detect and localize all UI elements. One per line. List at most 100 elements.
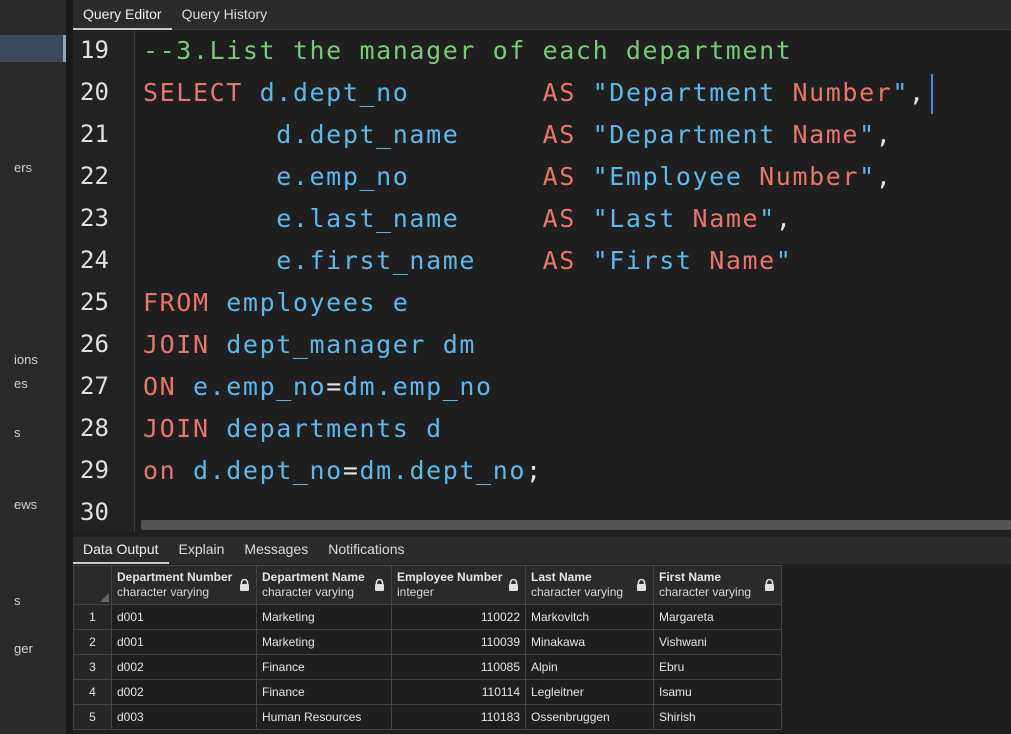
tab-messages[interactable]: Messages xyxy=(234,537,318,564)
column-type: character varying xyxy=(659,585,752,599)
code-line[interactable]: e.first_name AS "First Name" xyxy=(143,246,792,275)
table-cell[interactable]: Markovitch xyxy=(525,604,654,630)
code-line[interactable]: e.emp_no AS "Employee Number", xyxy=(143,162,892,191)
code-token: AS xyxy=(542,204,576,233)
table-cell[interactable]: 110022 xyxy=(391,604,526,630)
table-cell[interactable]: 110114 xyxy=(391,679,526,705)
table-cell[interactable]: Alpin xyxy=(525,654,654,680)
code-token: AS xyxy=(542,162,576,191)
table-cell[interactable]: Ebru xyxy=(653,654,782,680)
code-token: " xyxy=(759,204,776,233)
table-cell[interactable]: d001 xyxy=(111,604,257,630)
row-number[interactable]: 4 xyxy=(73,679,112,705)
panel-splitter[interactable] xyxy=(66,0,73,734)
tab-explain[interactable]: Explain xyxy=(169,537,235,564)
tree-item-fragment[interactable]: ions xyxy=(14,352,38,367)
code-token: SELECT xyxy=(143,78,243,107)
code-line[interactable]: on d.dept_no=dm.dept_no; xyxy=(143,456,543,485)
code-line[interactable]: ON e.emp_no=dm.emp_no xyxy=(143,372,493,401)
select-all-corner[interactable] xyxy=(73,565,112,605)
object-browser-tree[interactable]: ers ions es s ews s ger xyxy=(0,0,66,734)
table-cell[interactable]: Margareta xyxy=(653,604,782,630)
tab-data-output[interactable]: Data Output xyxy=(73,537,169,564)
tab-query-editor[interactable]: Query Editor xyxy=(73,0,172,30)
table-cell[interactable]: Finance xyxy=(256,654,392,680)
column-type: character varying xyxy=(262,585,355,599)
code-token: Name xyxy=(792,120,860,149)
table-row[interactable]: 1 d001 Marketing 110022 Markovitch Margareta xyxy=(73,604,782,630)
code-token: = xyxy=(326,372,343,401)
table-cell[interactable]: d002 xyxy=(111,679,257,705)
code-line[interactable]: FROM employees e xyxy=(143,288,409,317)
tree-item-fragment[interactable]: ews xyxy=(14,497,37,512)
row-number[interactable]: 5 xyxy=(73,704,112,730)
table-row[interactable]: 2 d001 Marketing 110039 Minakawa Vishwani xyxy=(73,629,782,655)
line-number: 21 xyxy=(80,120,109,148)
table-cell[interactable]: Human Resources xyxy=(256,704,392,730)
code-token: --3.List the manager of each department xyxy=(143,36,793,65)
result-grid[interactable]: Department Number character varying Depart… xyxy=(73,565,1011,734)
code-token: "First xyxy=(592,246,710,275)
lock-icon xyxy=(765,579,774,591)
code-line[interactable]: JOIN dept_manager dm xyxy=(143,330,476,359)
sql-editor[interactable]: 19 20 21 22 23 24 25 26 27 28 29 30 --3.List the ma… xyxy=(73,30,1011,532)
code-token: dept_manager dm xyxy=(226,330,477,359)
column-header[interactable]: Department Name character varying xyxy=(256,565,392,605)
table-cell[interactable]: 110085 xyxy=(391,654,526,680)
column-header[interactable]: Department Number character varying xyxy=(111,565,257,605)
table-row[interactable]: 5 d003 Human Resources 110183 Ossenbruggen Sh… xyxy=(73,704,782,730)
horizontal-scrollbar[interactable] xyxy=(141,520,1011,530)
row-number[interactable]: 2 xyxy=(73,629,112,655)
code-line[interactable]: JOIN departments d xyxy=(143,414,443,443)
row-number[interactable]: 1 xyxy=(73,604,112,630)
code-token: AS xyxy=(542,246,576,275)
code-token: e.last_name xyxy=(276,204,460,233)
table-cell[interactable]: Minakawa xyxy=(525,629,654,655)
table-cell[interactable]: 110183 xyxy=(391,704,526,730)
table-cell[interactable]: d001 xyxy=(111,629,257,655)
table-cell[interactable]: Vishwani xyxy=(653,629,782,655)
code-token: = xyxy=(342,456,360,485)
column-type: character varying xyxy=(117,585,210,599)
table-cell[interactable]: Isamu xyxy=(653,679,782,705)
line-number: 19 xyxy=(80,36,109,64)
row-number[interactable]: 3 xyxy=(73,654,112,680)
code-token: Name xyxy=(709,246,776,275)
table-row[interactable]: 3 d002 Finance 110085 Alpin Ebru xyxy=(73,654,782,680)
code-token: JOIN xyxy=(143,330,210,359)
column-header[interactable]: Employee Number integer xyxy=(391,565,526,605)
column-header[interactable]: First Name character varying xyxy=(653,565,782,605)
table-cell[interactable]: Ossenbruggen xyxy=(525,704,654,730)
tree-item-fragment[interactable]: es xyxy=(14,376,28,391)
table-cell[interactable]: Marketing xyxy=(256,629,392,655)
line-number: 29 xyxy=(80,456,109,484)
selected-tree-item[interactable] xyxy=(0,35,66,62)
table-cell[interactable]: d002 xyxy=(111,654,257,680)
code-line[interactable]: SELECT d.dept_no AS "Department Number", xyxy=(143,78,926,107)
table-cell[interactable]: Shirish xyxy=(653,704,782,730)
tree-item-fragment[interactable]: s xyxy=(14,425,21,440)
code-line[interactable]: e.last_name AS "Last Name", xyxy=(143,204,792,233)
table-cell[interactable]: 110039 xyxy=(391,629,526,655)
tree-item-fragment[interactable]: ger xyxy=(14,641,33,656)
code-token: Number xyxy=(792,78,893,107)
tab-query-history[interactable]: Query History xyxy=(172,0,278,30)
code-line[interactable]: --3.List the manager of each department xyxy=(143,36,792,65)
tab-notifications[interactable]: Notifications xyxy=(318,537,414,564)
column-header[interactable]: Last Name character varying xyxy=(525,565,654,605)
table-row[interactable]: 4 d002 Finance 110114 Legleitner Isamu xyxy=(73,679,782,705)
table-cell[interactable]: Marketing xyxy=(256,604,392,630)
code-line[interactable]: d.dept_name AS "Department Name", xyxy=(143,120,892,149)
table-cell[interactable]: Finance xyxy=(256,679,392,705)
tree-item-fragment[interactable]: s xyxy=(14,593,21,608)
line-number: 27 xyxy=(80,372,109,400)
table-cell[interactable]: Legleitner xyxy=(525,679,654,705)
tree-item-fragment[interactable]: ers xyxy=(14,160,32,175)
table-cell[interactable]: d003 xyxy=(111,704,257,730)
